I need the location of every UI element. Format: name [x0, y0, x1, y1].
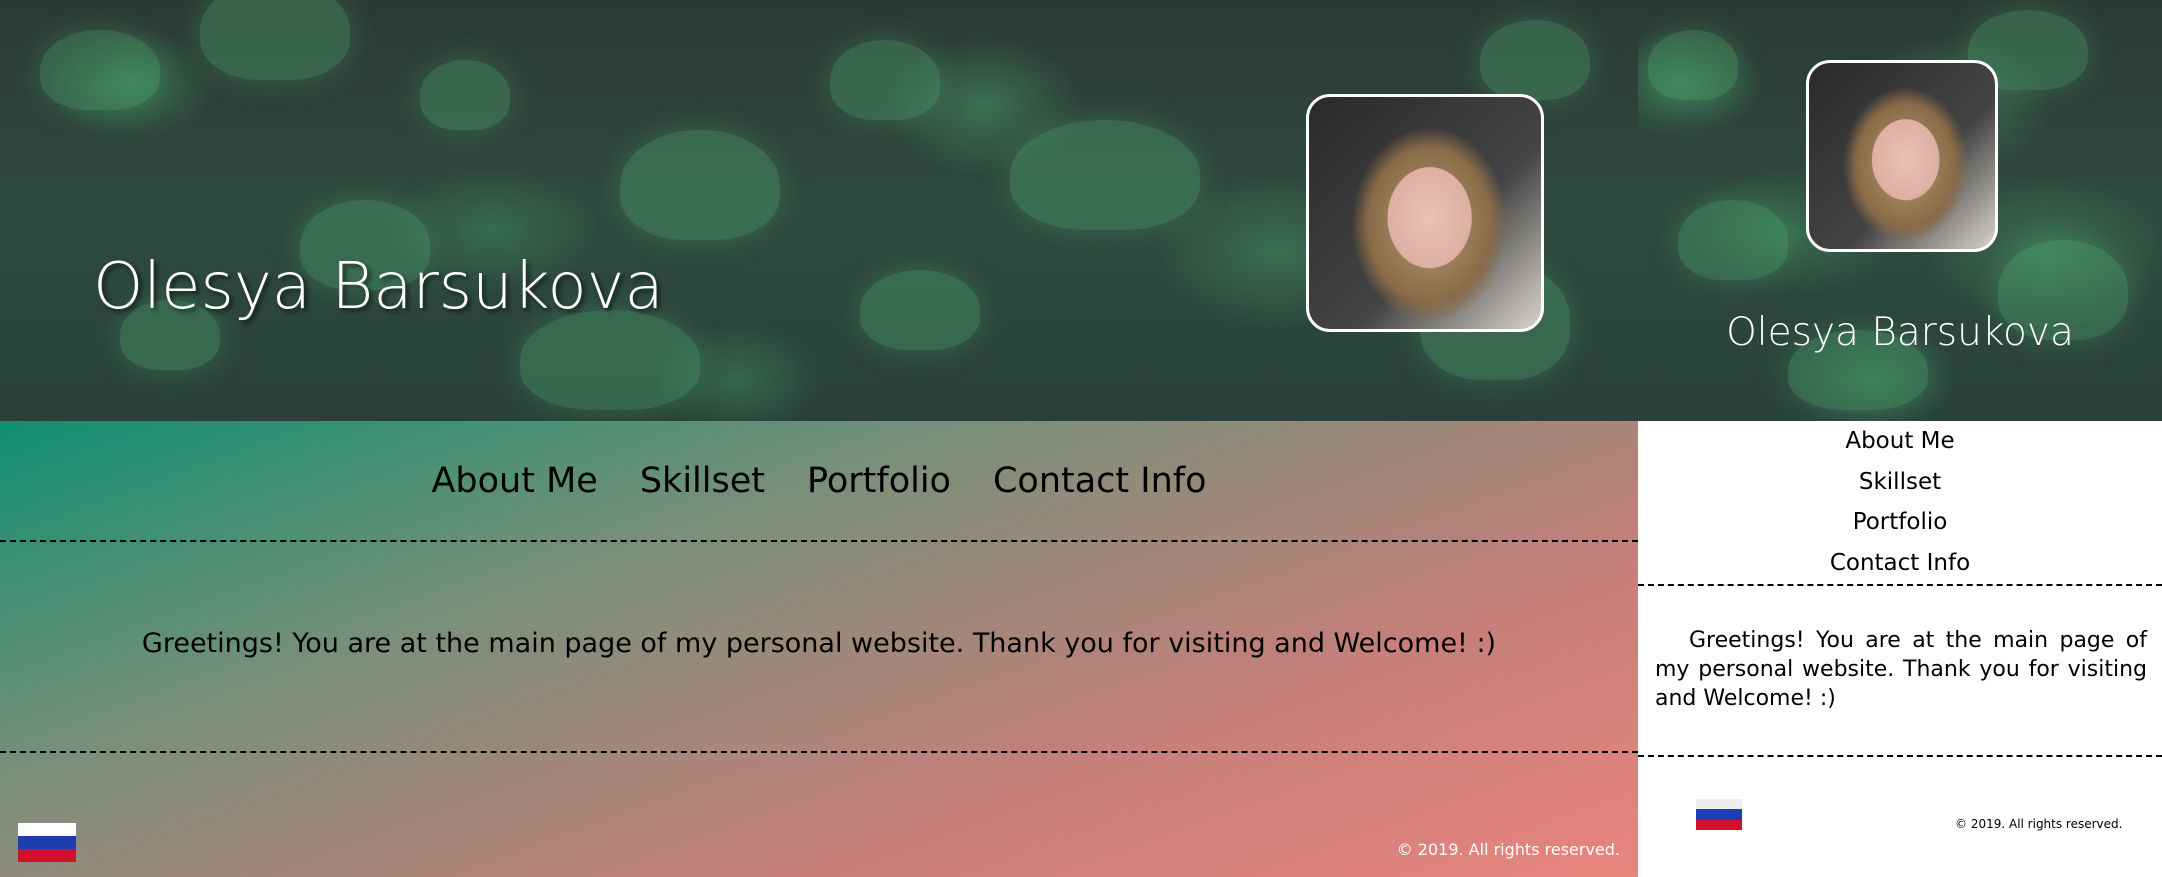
- mobile-nav-contact-info[interactable]: Contact Info: [1638, 543, 2162, 584]
- desktop-layout: Olesya Barsukova About Me Skillset Portf…: [0, 0, 1638, 877]
- nav-contact-info[interactable]: Contact Info: [993, 461, 1207, 501]
- nav-skillset[interactable]: Skillset: [640, 461, 765, 501]
- nav-about-me[interactable]: About Me: [431, 461, 597, 501]
- mobile-hero-header: Olesya Barsukova: [1638, 0, 2162, 421]
- mobile-site-title: Olesya Barsukova: [1726, 310, 2074, 355]
- main-nav: About Me Skillset Portfolio Contact Info: [0, 421, 1638, 540]
- mobile-nav-divider: [1638, 584, 2162, 586]
- hero-header: Olesya Barsukova: [0, 0, 1638, 421]
- mobile-content-divider: [1638, 755, 2162, 757]
- mobile-greeting-text: Greetings! You are at the main page of m…: [1655, 628, 2147, 711]
- content-divider: [0, 751, 1638, 753]
- mobile-copyright: © 2019. All rights reserved.: [1955, 817, 2123, 831]
- site-title: Olesya Barsukova: [93, 250, 664, 324]
- russia-flag-icon[interactable]: [18, 823, 76, 862]
- mobile-russia-flag-icon[interactable]: [1696, 799, 1742, 830]
- greeting-text: Greetings! You are at the main page of m…: [141, 628, 1497, 659]
- nav-portfolio[interactable]: Portfolio: [807, 461, 951, 501]
- mobile-nav-about-me[interactable]: About Me: [1638, 421, 2162, 462]
- mobile-layout: Olesya Barsukova About Me Skillset Portf…: [1638, 0, 2162, 877]
- mobile-nav-portfolio[interactable]: Portfolio: [1638, 502, 2162, 543]
- nav-divider: [0, 540, 1638, 542]
- mobile-nav-skillset[interactable]: Skillset: [1638, 462, 2162, 503]
- copyright: © 2019. All rights reserved.: [1396, 840, 1620, 859]
- mobile-profile-photo: [1806, 60, 1998, 252]
- profile-photo: [1306, 94, 1544, 332]
- mobile-nav: About Me Skillset Portfolio Contact Info: [1638, 421, 2162, 583]
